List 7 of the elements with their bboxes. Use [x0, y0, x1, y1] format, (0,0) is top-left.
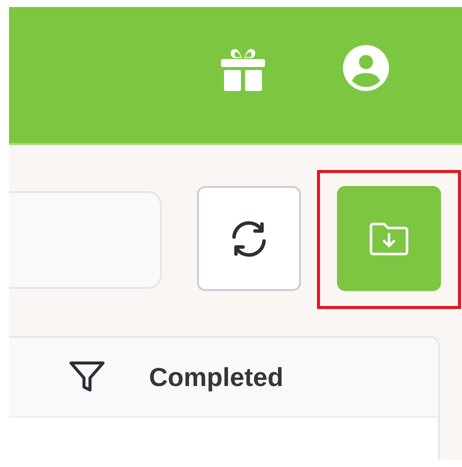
folder-download-icon: [369, 222, 409, 256]
column-header[interactable]: Completed: [149, 362, 284, 392]
account-icon[interactable]: [343, 45, 389, 91]
filter-icon[interactable]: [69, 361, 105, 393]
refresh-button[interactable]: [197, 186, 301, 291]
search-field[interactable]: [9, 190, 162, 288]
export-button[interactable]: [337, 186, 441, 291]
